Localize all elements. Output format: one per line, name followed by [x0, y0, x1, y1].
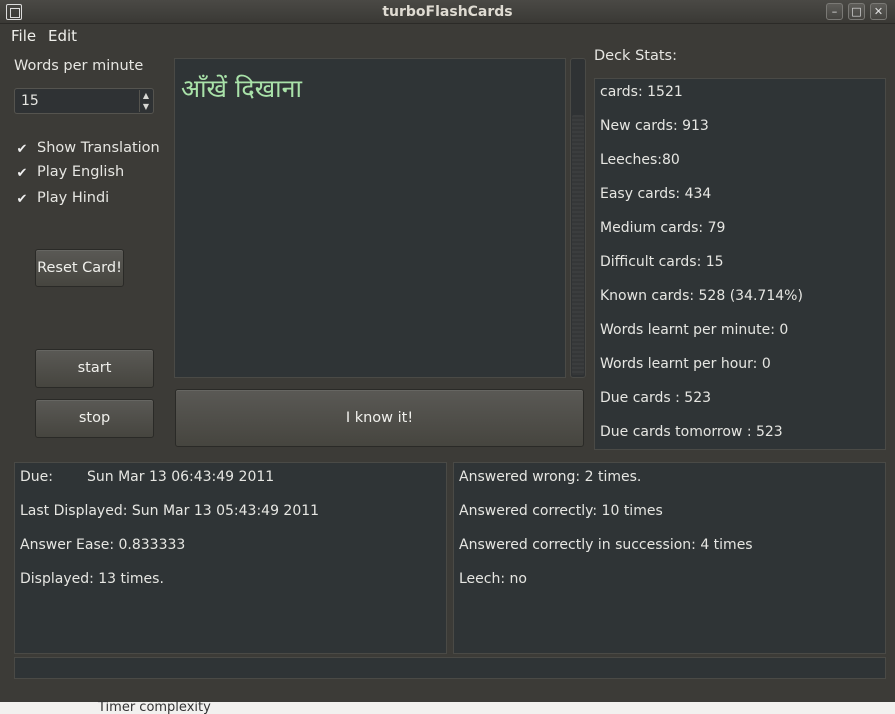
stat-due-cards: Due cards : 523 [600, 390, 712, 406]
answer-ease: Answer Ease: 0.833333 [20, 537, 186, 553]
close-icon[interactable]: ✕ [870, 3, 887, 20]
stat-leeches: Leeches:80 [600, 152, 680, 168]
answered-succession: Answered correctly in succession: 4 time… [459, 537, 753, 553]
stat-cards: cards: 1521 [600, 84, 683, 100]
answered-wrong: Answered wrong: 2 times. [459, 469, 642, 485]
show-translation-label: Show Translation [37, 140, 160, 156]
background-window: Timer complexity [0, 700, 895, 714]
wpm-spinbox[interactable]: 15 ▲ ▼ [14, 88, 154, 114]
stat-words-per-minute: Words learnt per minute: 0 [600, 322, 789, 338]
reset-card-button[interactable]: Reset Card! [35, 249, 124, 287]
play-hindi-label: Play Hindi [37, 190, 110, 206]
checkmark-icon[interactable]: ✔ [14, 142, 30, 158]
stat-difficult-cards: Difficult cards: 15 [600, 254, 724, 270]
deck-stats-panel: cards: 1521 New cards: 913 Leeches:80 Ea… [594, 78, 886, 450]
card-word: आँखें दिखाना [181, 74, 302, 103]
stat-words-per-hour: Words learnt per hour: 0 [600, 356, 771, 372]
due-value: Sun Mar 13 06:43:49 2011 [87, 469, 275, 485]
displayed-count: Displayed: 13 times. [20, 571, 164, 587]
deck-stats-heading: Deck Stats: [594, 48, 677, 64]
leech-status: Leech: no [459, 571, 527, 587]
stat-new-cards: New cards: 913 [600, 118, 709, 134]
window-title: turboFlashCards [382, 4, 513, 20]
menu-bar: File Edit [0, 24, 895, 48]
status-bar [14, 657, 886, 679]
stat-medium-cards: Medium cards: 79 [600, 220, 726, 236]
stop-button[interactable]: stop [35, 399, 154, 438]
wpm-label: Words per minute [14, 58, 144, 74]
menu-file[interactable]: File [11, 27, 36, 45]
title-bar: turboFlashCards – □ ✕ [0, 0, 895, 24]
menu-edit[interactable]: Edit [48, 27, 77, 45]
last-displayed: Last Displayed: Sun Mar 13 05:43:49 2011 [20, 503, 320, 519]
start-button[interactable]: start [35, 349, 154, 388]
checkmark-icon[interactable]: ✔ [14, 166, 30, 182]
arrow-up-icon[interactable]: ▲ [139, 90, 152, 101]
checkmark-icon[interactable]: ✔ [14, 192, 30, 208]
card-info-left-panel: Due: Sun Mar 13 06:43:49 2011 Last Displ… [14, 462, 447, 654]
i-know-it-button[interactable]: I know it! [175, 389, 584, 447]
stat-due-tomorrow: Due cards tomorrow : 523 [600, 424, 783, 440]
scrollbar-thumb[interactable] [572, 115, 584, 375]
answered-correctly: Answered correctly: 10 times [459, 503, 663, 519]
maximize-icon[interactable]: □ [848, 3, 865, 20]
stat-easy-cards: Easy cards: 434 [600, 186, 712, 202]
card-scrollbar[interactable] [570, 58, 586, 378]
wpm-value[interactable]: 15 [21, 93, 39, 109]
minimize-icon[interactable]: – [826, 3, 843, 20]
due-label: Due: [20, 469, 53, 485]
stat-known-cards: Known cards: 528 (34.714%) [600, 288, 803, 304]
background-text: Timer complexity [98, 700, 211, 714]
card-display: आँखें दिखाना [174, 58, 566, 378]
arrow-down-icon[interactable]: ▼ [139, 101, 152, 112]
play-english-label: Play English [37, 164, 125, 180]
card-info-right-panel: Answered wrong: 2 times. Answered correc… [453, 462, 886, 654]
